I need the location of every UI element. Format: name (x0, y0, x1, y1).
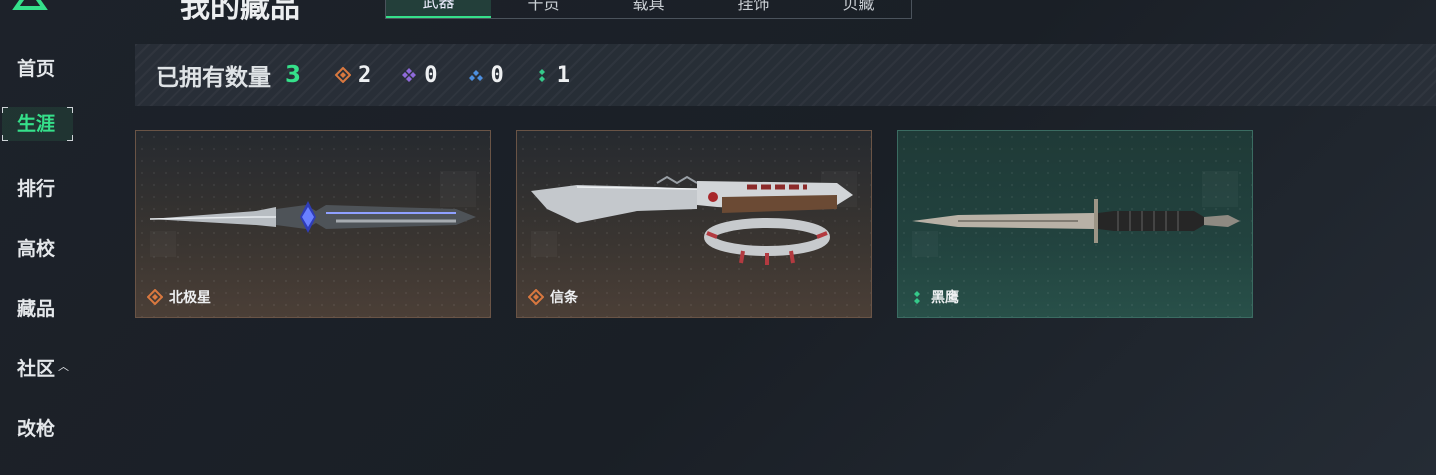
tab-vehicles[interactable]: 载具 (596, 0, 701, 18)
sidebar-item-label: 高校 (17, 238, 56, 260)
sidebar-item-university[interactable]: 高校 (17, 234, 55, 261)
stat-purple: 0 (401, 62, 438, 88)
purple-diamond-icon (402, 68, 417, 82)
stat-green: 1 (534, 63, 570, 88)
owned-total-count: 3 (285, 62, 302, 88)
blue-diamond-icon (468, 70, 483, 81)
sidebar-item-label: 改枪 (17, 418, 56, 440)
knife-image (531, 175, 853, 265)
orange-diamond-icon (335, 67, 352, 83)
card-name: 信条 (550, 290, 578, 306)
card-name: 黑鹰 (931, 290, 959, 306)
stat-count: 0 (490, 62, 504, 88)
knife-image (912, 199, 1240, 243)
sidebar-item-label: 社区 (17, 358, 56, 380)
sidebar-item-label: 藏品 (17, 298, 56, 320)
sidebar-item-label: 排行 (17, 178, 56, 200)
green-dots-icon (538, 69, 545, 82)
stat-count: 1 (556, 62, 571, 88)
sidebar-item-home[interactable]: 首页 (17, 54, 55, 81)
card-label: 信条 (528, 287, 578, 307)
logo-icon[interactable] (12, 0, 48, 12)
collection-card[interactable]: 黑鹰 (897, 130, 1253, 318)
owned-count-label: 已拥有数量 (156, 65, 271, 91)
stat-blue: 0 (468, 63, 504, 88)
collection-card[interactable]: 信条 (516, 130, 872, 318)
stat-count: 2 (358, 62, 372, 88)
sidebar-item-ranking[interactable]: 排行 (17, 174, 55, 201)
card-label: 黑鹰 (909, 287, 959, 307)
chevron-up-icon: ︿ (58, 359, 70, 373)
orange-diamond-icon (147, 289, 163, 305)
tab-weapons[interactable]: 武器 (386, 0, 491, 18)
owned-stats-bar: 已拥有数量 3 2 0 0 1 (135, 44, 1436, 106)
stat-orange: 2 (335, 63, 371, 88)
tab-charms[interactable]: 挂饰 (701, 0, 806, 18)
page-title: 我的藏品 (180, 0, 300, 25)
stat-count: 0 (424, 62, 438, 88)
sidebar-item-label: 首页 (17, 58, 56, 80)
green-dots-icon (914, 291, 920, 304)
sidebar-item-collection[interactable]: 藏品 (17, 294, 55, 321)
tab-treasures[interactable]: 贝藏 (806, 0, 911, 18)
tab-operators[interactable]: 干员 (491, 0, 596, 18)
card-name: 北极星 (169, 290, 211, 306)
sidebar-item-label: 生涯 (17, 113, 56, 135)
orange-diamond-icon (528, 289, 544, 305)
knife-image (149, 201, 476, 233)
category-tabs: 武器 干员 载具 挂饰 贝藏 (385, 0, 912, 19)
sidebar-item-gunsmith[interactable]: 改枪 (17, 414, 55, 441)
sidebar-item-career[interactable]: 生涯 (2, 107, 73, 141)
back-arrow-icon[interactable] (144, 0, 160, 8)
card-label: 北极星 (147, 287, 211, 307)
sidebar-item-community[interactable]: 社区 ︿ (17, 354, 69, 381)
collection-card[interactable]: 北极星 (135, 130, 491, 318)
